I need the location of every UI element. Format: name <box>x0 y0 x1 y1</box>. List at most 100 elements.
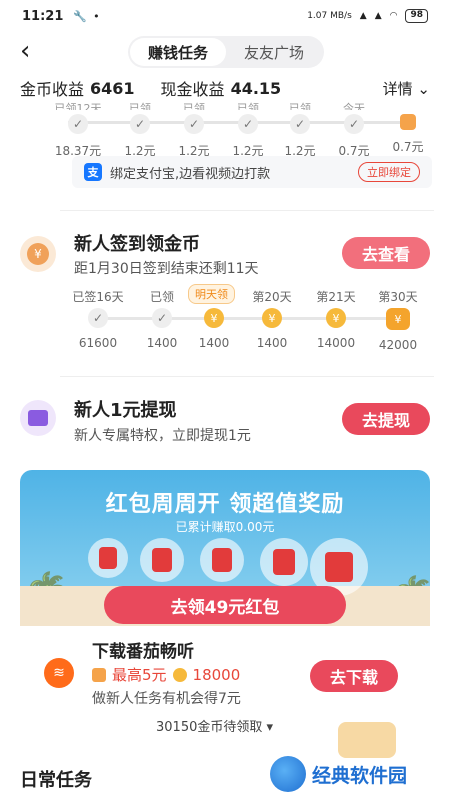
chevron-down-icon: ▾ <box>266 720 274 735</box>
gift-icon <box>92 667 106 682</box>
pending-coins-label: 30150金币待领取 <box>156 720 263 735</box>
download-reward: 最高5元 18000 <box>92 664 240 685</box>
details-label: 详情 <box>382 79 413 98</box>
coin-earnings-label: 金币收益 <box>20 80 85 99</box>
red-envelope-icon[interactable] <box>260 538 308 586</box>
alipay-bind-bar: 支 绑定支付宝,边看视频边打款 立即绑定 <box>72 156 432 188</box>
coin-icon: ¥ <box>262 308 282 328</box>
signin-title: 新人签到领金币 <box>74 234 200 255</box>
cash-step: 已领 ✓ 1.2元 <box>112 100 168 159</box>
tab-earn-tasks[interactable]: 赚钱任务 <box>130 38 226 66</box>
status-bar: 11:21 🔧 • 1.07 MB/s ▲ ▲ ◠ 98 <box>0 0 450 32</box>
withdraw-button[interactable]: 去提现 <box>342 403 430 435</box>
step-label: 已签16天 <box>72 290 124 304</box>
signal-icon-2: ▲ <box>374 11 382 21</box>
claim-red-packet-button[interactable]: 去领49元红包 <box>104 586 346 624</box>
divider <box>60 376 434 377</box>
alipay-icon: 支 <box>84 163 102 181</box>
check-icon: ✓ <box>68 114 88 134</box>
back-arrow-icon[interactable]: ‹ <box>20 38 30 64</box>
download-desc: 做新人任务有机会得7元 <box>92 691 241 707</box>
check-icon: ✓ <box>290 114 310 134</box>
download-button[interactable]: 去下载 <box>310 660 398 692</box>
step-label: 已领 <box>129 102 151 110</box>
cash-step: 已领 ✓ 1.2元 <box>166 100 222 159</box>
step-value: 0.7元 <box>392 140 424 154</box>
gift-box-icon <box>400 114 416 130</box>
red-envelope-icon[interactable] <box>200 538 244 582</box>
cash-progress-strip: 已领12天 ✓ 18.37元 已领 ✓ 1.2元 已领 ✓ 1.2元 已领 ✓ … <box>50 100 440 158</box>
banner-title: 红包周周开 领超值奖励 <box>105 492 345 517</box>
coin-earnings-value: 6461 <box>90 78 135 98</box>
battery-icon: 98 <box>405 9 428 23</box>
divider <box>60 210 434 211</box>
withdraw-subtitle: 新人专属特权，立即提现1元 <box>74 428 251 444</box>
step-label: 已领 <box>149 290 174 304</box>
alipay-text: 绑定支付宝,边看视频边打款 <box>110 166 271 182</box>
earnings-row: 金币收益 6461 现金收益 44.15 详情 ⌄ <box>0 74 450 102</box>
signal-icon: ▲ <box>359 11 367 21</box>
step-value: 61600 <box>78 336 118 350</box>
tab-friends-square[interactable]: 友友广场 <box>226 38 322 66</box>
step-label: 第30天 <box>378 290 418 304</box>
check-icon: ✓ <box>152 308 172 328</box>
step-label: 第20天 <box>252 290 292 304</box>
check-icon: ✓ <box>344 114 364 134</box>
top-nav: ‹ 赚钱任务 友友广场 <box>0 32 450 72</box>
step-value: 1400 <box>146 336 178 350</box>
wallet-icon <box>20 400 56 436</box>
coin-icon: ¥ <box>204 308 224 328</box>
watermark-logo-icon <box>270 756 306 792</box>
signin-subtitle: 距1月30日签到结束还剩11天 <box>74 261 259 277</box>
max-reward: 最高5元 <box>112 666 167 684</box>
signin-step: 第20天 ¥ 1400 <box>244 288 300 350</box>
cash-earnings-label: 现金收益 <box>160 80 225 99</box>
step-label: 第21天 <box>316 290 356 304</box>
step-label: 已领 <box>183 102 205 110</box>
step-value: 42000 <box>378 338 418 352</box>
treasure-chest-icon[interactable] <box>338 722 396 758</box>
step-label: 已领 <box>289 102 311 110</box>
signin-step: 已签16天 ✓ 61600 <box>70 288 126 350</box>
chevron-down-icon: ⌄ <box>417 79 430 98</box>
check-icon: ✓ <box>88 308 108 328</box>
check-icon: ✓ <box>130 114 150 134</box>
cash-step: 0.7元 <box>380 100 436 155</box>
details-link[interactable]: 详情 ⌄ <box>383 78 430 99</box>
pending-coins[interactable]: 30150金币待领取 ▾ <box>156 716 273 735</box>
signin-step: 第21天 ¥ 14000 <box>308 288 364 350</box>
cash-earnings-value: 44.15 <box>230 78 282 98</box>
step-value: 14000 <box>316 336 356 350</box>
step-value: 1400 <box>198 336 230 350</box>
dot-icon: • <box>93 9 100 23</box>
banner-subtitle: 已累计赚取0.00元 <box>175 520 275 534</box>
signin-progress-strip: 明天领 已签16天 ✓ 61600 已领 ✓ 1400 ¥ 1400 第20天 … <box>70 284 430 352</box>
step-label: 今天 <box>343 102 365 110</box>
wrench-icon: 🔧 <box>73 9 88 23</box>
signin-step: 第30天 ¥ 42000 <box>370 288 426 352</box>
red-envelope-icon[interactable] <box>140 538 184 582</box>
bind-alipay-button[interactable]: 立即绑定 <box>358 162 420 182</box>
check-icon: ✓ <box>184 114 204 134</box>
network-speed: 1.07 MB/s <box>307 11 352 21</box>
coin-icon <box>172 667 187 682</box>
wifi-icon: ◠ <box>389 11 398 21</box>
tomato-listen-app-icon: ≋ <box>44 658 74 688</box>
signin-step: ¥ 1400 <box>186 288 242 350</box>
daily-tasks-title: 日常任务 <box>20 770 92 791</box>
coin-icon: ¥ <box>326 308 346 328</box>
step-value: 1400 <box>256 336 288 350</box>
check-icon: ✓ <box>238 114 258 134</box>
view-signin-button[interactable]: 去查看 <box>342 237 430 269</box>
download-title: 下载番茄畅听 <box>92 642 194 662</box>
status-left-icons: 🔧 • <box>73 10 99 23</box>
watermark-text: 经典软件园 <box>312 764 408 787</box>
coin-icon: ¥ <box>20 236 56 272</box>
step-label <box>380 100 436 110</box>
signin-step: 已领 ✓ 1400 <box>134 288 190 350</box>
withdraw-title: 新人1元提现 <box>74 400 177 421</box>
step-label: 已领12天 <box>54 102 102 110</box>
nav-tabs: 赚钱任务 友友广场 <box>128 36 324 68</box>
red-envelope-icon[interactable] <box>88 538 128 578</box>
cash-step: 已领 ✓ 1.2元 <box>220 100 276 159</box>
